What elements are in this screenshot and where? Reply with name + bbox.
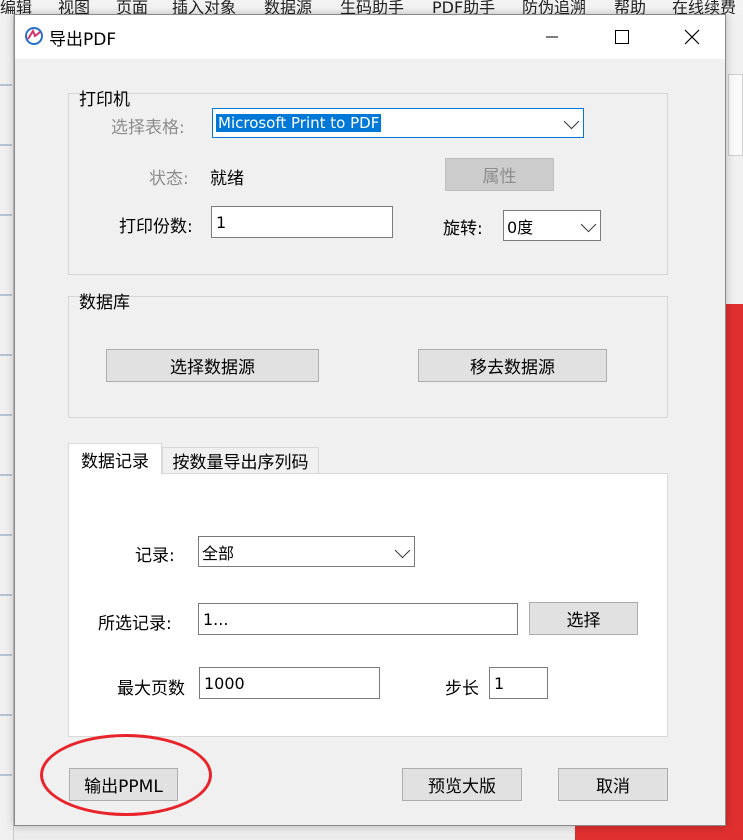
status-value: 就绪 [210,169,244,189]
maximize-button[interactable] [599,15,645,59]
dialog-title: 导出PDF [49,30,117,50]
max-pages-input[interactable]: 1000 [199,667,380,699]
status-label: 状态: [149,169,189,189]
record-select[interactable]: 全部 [198,536,415,567]
bg-menu-item[interactable]: 防伪追溯 [522,0,586,14]
rotate-select[interactable]: 0度 [503,210,601,241]
bg-menu-item[interactable]: 视图 [58,0,90,14]
minimize-icon [546,36,558,38]
export-pdf-dialog: 导出PDF 打印机 选择表格: Microsoft Print to PDF 状… [14,14,726,826]
background-red-area [575,826,743,840]
bg-menu-item[interactable]: 帮助 [614,0,646,14]
bg-menu-item[interactable]: 页面 [116,0,148,14]
select-table-label: 选择表格: [111,118,185,138]
title-bar[interactable]: 导出PDF [15,15,725,59]
remove-datasource-button[interactable]: 移去数据源 [418,349,607,382]
close-icon [684,29,700,45]
printer-select[interactable]: Microsoft Print to PDF [212,108,584,138]
rotate-label: 旋转: [443,219,483,239]
rotate-select-value: 0度 [507,217,534,237]
chevron-down-icon [394,542,411,558]
bg-menu-item[interactable]: 编辑 [0,0,32,14]
select-records-button[interactable]: 选择 [529,602,638,635]
background-left-toolbar [0,14,14,840]
record-label: 记录: [135,546,175,566]
chevron-down-icon [563,113,580,130]
selected-records-label: 所选记录: [98,614,172,634]
chevron-down-icon [580,216,597,232]
record-select-value: 全部 [202,543,235,563]
bg-menu-item[interactable]: 插入对象 [172,0,236,14]
max-pages-label: 最大页数 [117,679,185,699]
close-button[interactable] [669,15,715,59]
cancel-button[interactable]: 取消 [558,768,668,801]
properties-button[interactable]: 属性 [445,158,554,191]
bg-menu-item[interactable]: PDF助手 [432,0,495,14]
selected-records-input[interactable]: 1... [198,603,518,635]
background-right-area [726,14,743,840]
preview-large-button[interactable]: 预览大版 [402,768,522,801]
bg-menu-item[interactable]: 在线续费 [672,0,736,14]
printer-select-value: Microsoft Print to PDF [216,114,382,132]
select-datasource-button[interactable]: 选择数据源 [106,349,319,382]
annotation-circle [40,734,212,816]
app-logo-icon [25,27,43,45]
step-input[interactable]: 1 [489,667,548,699]
tab-data-records[interactable]: 数据记录 [68,443,162,475]
bg-menu-item[interactable]: 数据源 [264,0,312,14]
printer-group-title: 打印机 [79,90,130,110]
bg-menu-item[interactable]: 生码助手 [340,0,404,14]
database-group-title: 数据库 [79,293,130,313]
step-label: 步长 [445,679,479,699]
background-menubar: 编辑 视图 页面 插入对象 数据源 生码助手 PDF助手 防伪追溯 帮助 在线续… [0,0,743,14]
minimize-button[interactable] [529,15,575,59]
tab-export-serial[interactable]: 按数量导出序列码 [162,447,319,474]
maximize-icon [615,30,629,44]
copies-input[interactable]: 1 [211,206,393,238]
copies-label: 打印份数: [119,217,193,237]
